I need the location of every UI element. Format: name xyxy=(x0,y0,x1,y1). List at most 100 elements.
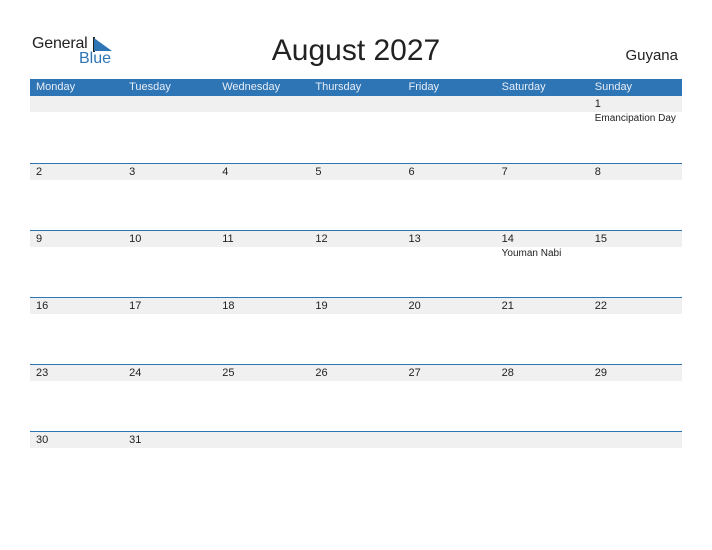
day-number: 19 xyxy=(315,300,328,312)
day-number: 2 xyxy=(36,166,43,178)
weeks-container: 1 Emancipation Day 2 3 4 5 6 7 8 9 10 11 12 13 14 Youma… xyxy=(30,96,682,498)
day-number xyxy=(595,432,682,448)
day-number: 9 xyxy=(36,233,43,245)
day-number: 29 xyxy=(594,367,607,379)
day-cell: 29 xyxy=(589,365,682,381)
day-cell: 26 xyxy=(309,365,402,381)
day-cell: 9 xyxy=(30,231,123,260)
day-cell: 21 xyxy=(496,298,589,314)
day-cell: 12 xyxy=(309,231,402,260)
week-cells: 23 24 25 26 27 28 29 xyxy=(30,365,682,381)
country-label: Guyana xyxy=(625,47,678,64)
day-number: 10 xyxy=(129,233,142,245)
day-number: 23 xyxy=(36,367,49,379)
day-cell: 4 xyxy=(216,164,309,180)
day-cell: 3 xyxy=(123,164,216,180)
day-cell: 10 xyxy=(123,231,216,260)
day-cell xyxy=(496,96,589,125)
day-cell xyxy=(216,432,309,448)
day-cell: 28 xyxy=(496,365,589,381)
day-cell: 17 xyxy=(123,298,216,314)
day-number: 4 xyxy=(222,166,229,178)
day-number: 31 xyxy=(129,434,142,446)
weekday-header: Monday Tuesday Wednesday Thursday Friday… xyxy=(30,79,682,96)
weekday-wednesday: Wednesday xyxy=(222,81,281,93)
day-cell xyxy=(309,96,402,125)
day-cell xyxy=(589,432,682,448)
week-cells: 30 31 xyxy=(30,432,682,448)
day-number: 30 xyxy=(36,434,49,446)
day-cell xyxy=(123,96,216,125)
holiday-label: Youman Nabi xyxy=(501,248,562,259)
day-cell: 2 xyxy=(30,164,123,180)
day-number: 16 xyxy=(36,300,49,312)
day-cell xyxy=(403,96,496,125)
day-cell: 11 xyxy=(216,231,309,260)
day-cell: 31 xyxy=(123,432,216,448)
day-number xyxy=(409,96,496,112)
day-number: 14 xyxy=(501,233,514,245)
day-cell: 13 xyxy=(403,231,496,260)
day-number: 7 xyxy=(501,166,508,178)
week-cells: 16 17 18 19 20 21 22 xyxy=(30,298,682,314)
day-cell: 20 xyxy=(403,298,496,314)
day-number: 27 xyxy=(408,367,421,379)
day-cell: 15 xyxy=(589,231,682,260)
weekday-tuesday: Tuesday xyxy=(129,81,171,93)
week-row: 1 Emancipation Day xyxy=(30,96,682,163)
calendar-grid: Monday Tuesday Wednesday Thursday Friday… xyxy=(30,79,682,498)
day-cell: 18 xyxy=(216,298,309,314)
day-number: 11 xyxy=(222,233,234,245)
day-cell xyxy=(216,96,309,125)
day-cell: 24 xyxy=(123,365,216,381)
day-number: 20 xyxy=(408,300,421,312)
day-number xyxy=(315,96,402,112)
day-cell: 19 xyxy=(309,298,402,314)
day-cell xyxy=(403,432,496,448)
week-row: 23 24 25 26 27 28 29 xyxy=(30,364,682,431)
day-number: 25 xyxy=(222,367,235,379)
day-cell xyxy=(30,96,123,125)
day-number: 12 xyxy=(315,233,328,245)
week-row: 16 17 18 19 20 21 22 xyxy=(30,297,682,364)
day-number: 6 xyxy=(408,166,415,178)
day-number: 22 xyxy=(594,300,607,312)
weekday-friday: Friday xyxy=(408,81,440,93)
day-number xyxy=(502,96,589,112)
day-number xyxy=(502,432,589,448)
weekday-thursday: Thursday xyxy=(315,81,362,93)
day-number: 8 xyxy=(594,166,601,178)
day-number: 18 xyxy=(222,300,235,312)
weekday-monday: Monday xyxy=(36,81,76,93)
day-number xyxy=(222,96,309,112)
day-number xyxy=(36,96,123,112)
day-number: 26 xyxy=(315,367,328,379)
day-number: 28 xyxy=(501,367,514,379)
week-row: 9 10 11 12 13 14 Youman Nabi 15 xyxy=(30,230,682,297)
day-cell: 5 xyxy=(309,164,402,180)
day-number: 13 xyxy=(408,233,421,245)
day-cell: 1 Emancipation Day xyxy=(589,96,682,125)
day-cell: 27 xyxy=(403,365,496,381)
day-cell xyxy=(496,432,589,448)
week-row: 2 3 4 5 6 7 8 xyxy=(30,163,682,230)
week-cells: 1 Emancipation Day xyxy=(30,96,682,125)
day-number xyxy=(222,432,309,448)
day-cell: 30 xyxy=(30,432,123,448)
weekday-saturday: Saturday xyxy=(501,81,546,93)
week-row: 30 31 xyxy=(30,431,682,498)
day-cell: 22 xyxy=(589,298,682,314)
day-number xyxy=(409,432,496,448)
day-number: 15 xyxy=(594,233,607,245)
day-number: 17 xyxy=(129,300,142,312)
weekday-sunday: Sunday xyxy=(594,81,633,93)
day-number: 24 xyxy=(129,367,142,379)
day-number: 21 xyxy=(501,300,514,312)
day-cell: 8 xyxy=(589,164,682,180)
week-cells: 2 3 4 5 6 7 8 xyxy=(30,164,682,180)
page-title: August 2027 xyxy=(271,34,441,67)
day-cell xyxy=(309,432,402,448)
day-cell: 7 xyxy=(496,164,589,180)
day-cell: 16 xyxy=(30,298,123,314)
day-number: 3 xyxy=(129,166,136,178)
